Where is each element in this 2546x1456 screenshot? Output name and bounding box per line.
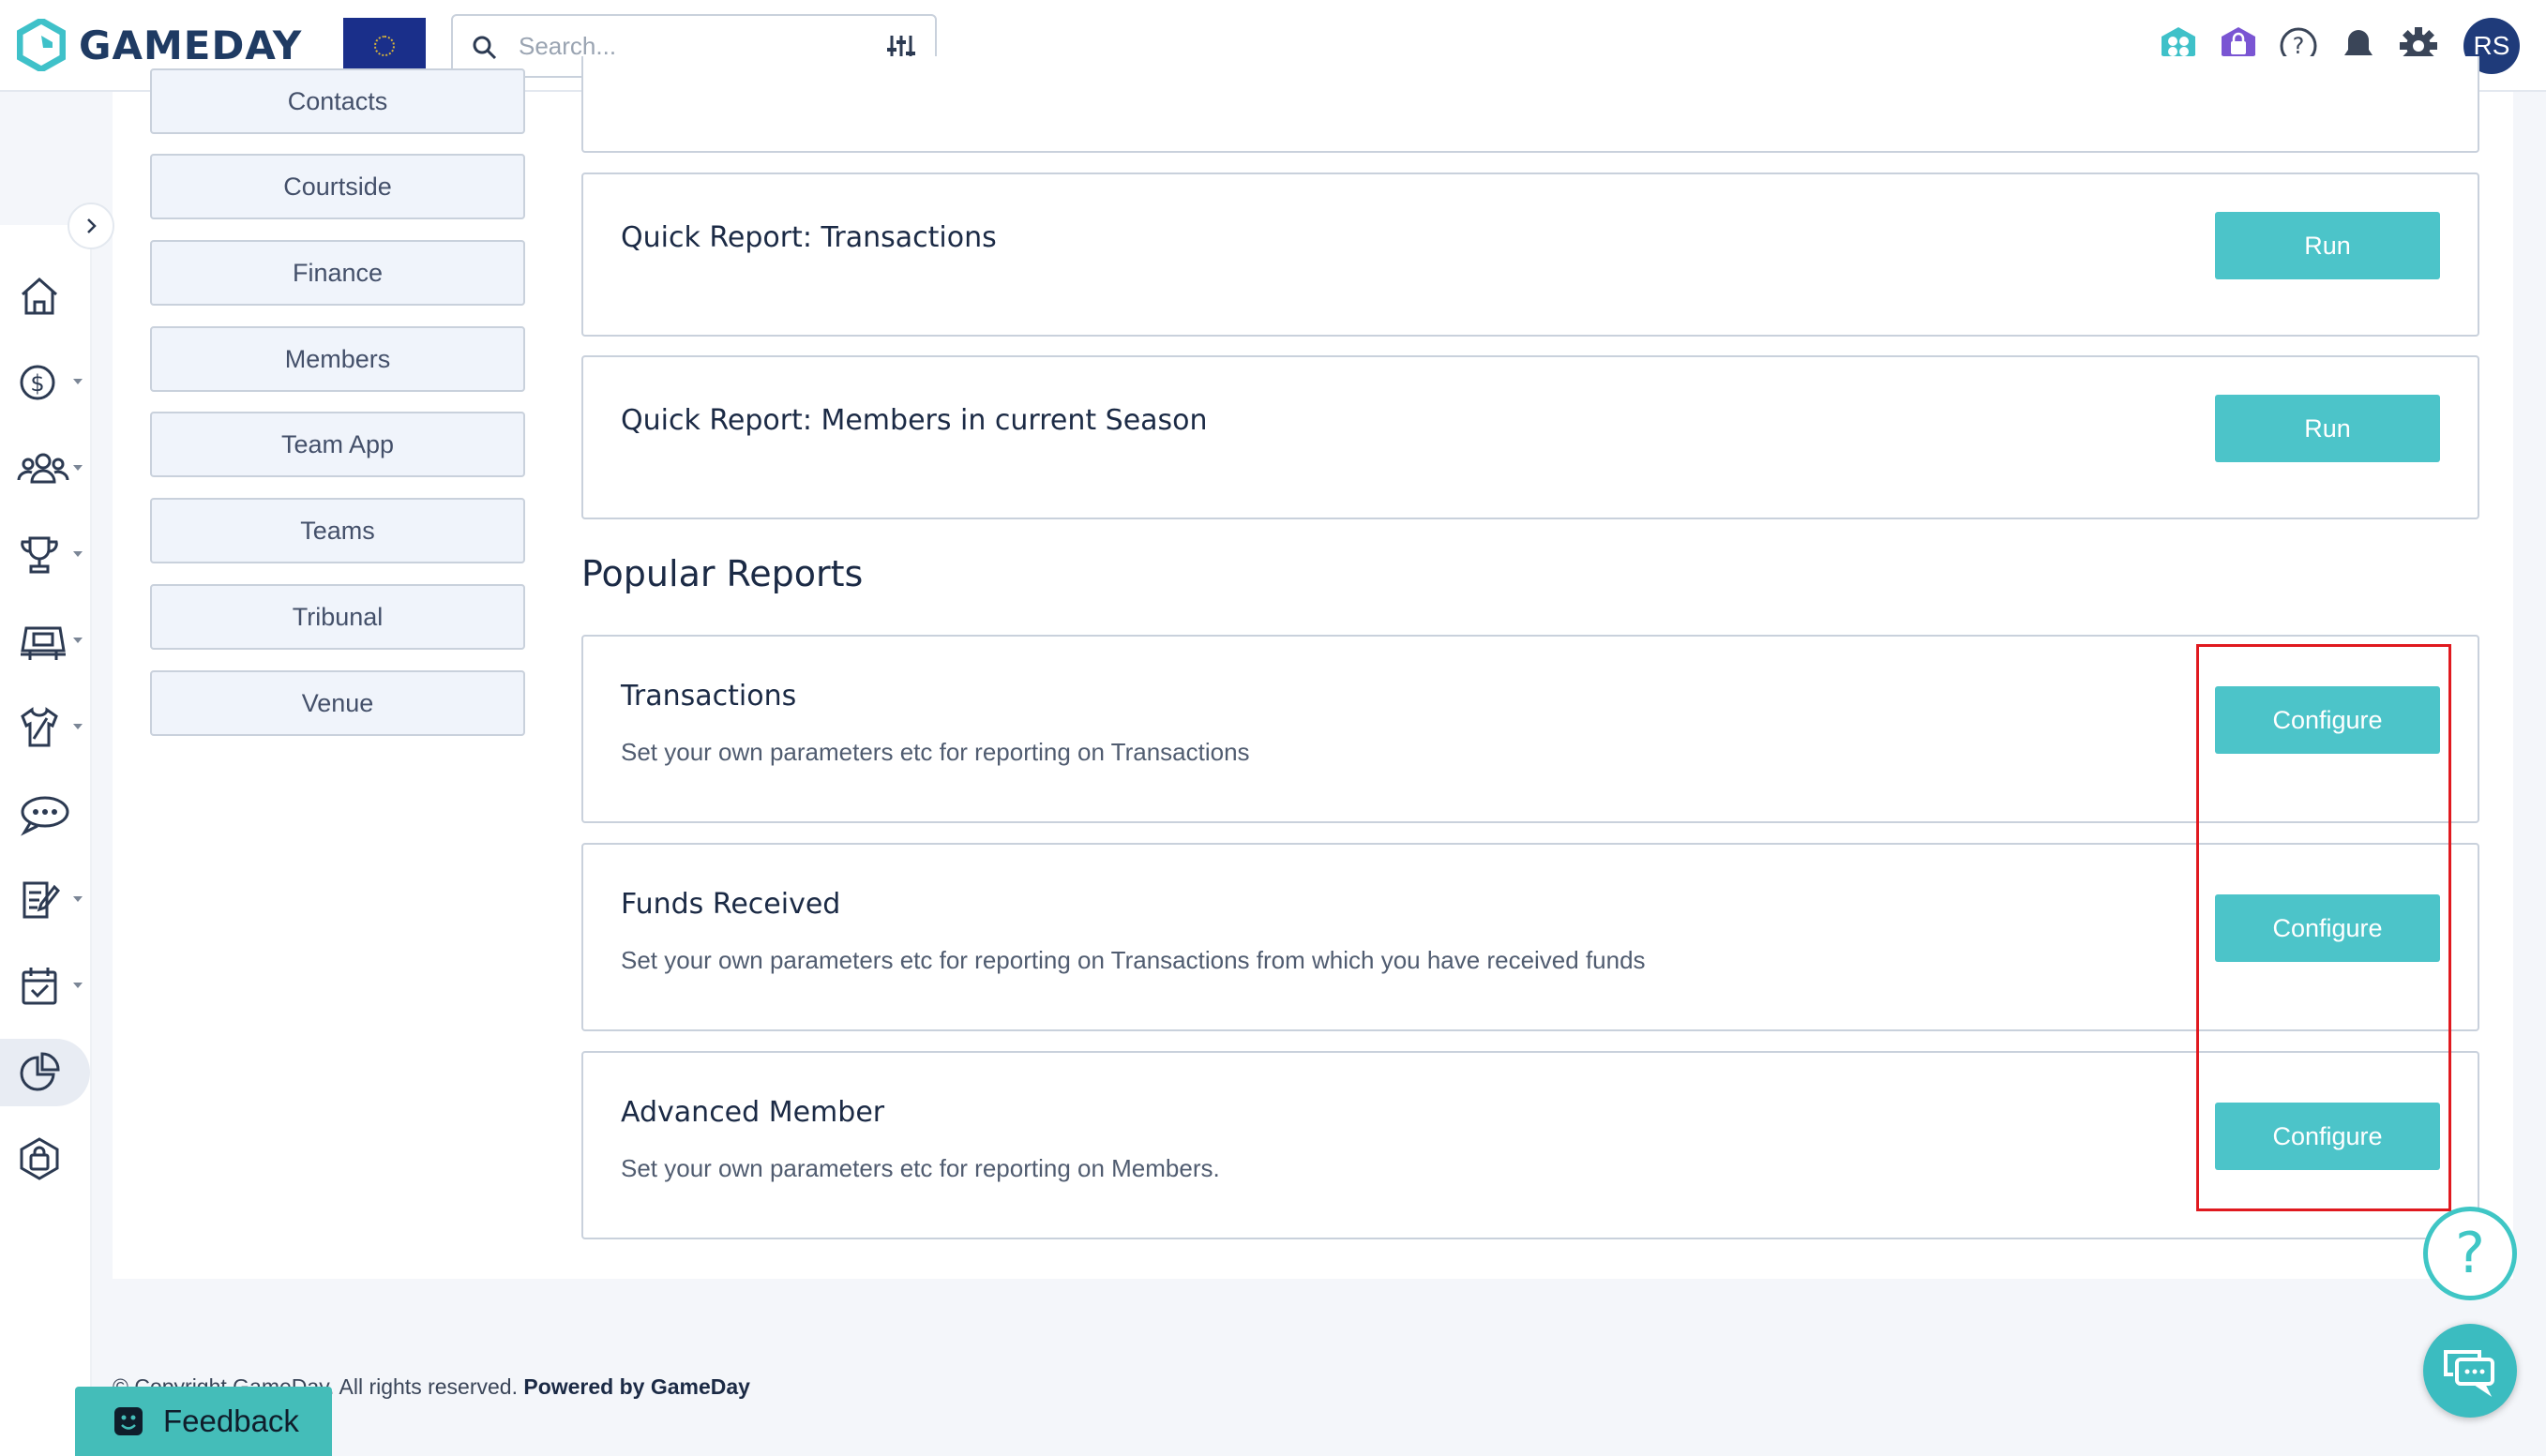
report-card-partial: [581, 56, 2479, 153]
chevron-right-icon: [87, 218, 97, 233]
category-tribunal[interactable]: Tribunal: [150, 584, 525, 650]
configure-button[interactable]: Configure: [2215, 686, 2440, 754]
nav-forms[interactable]: [0, 864, 92, 936]
shop-icon: [20, 1137, 59, 1180]
category-venue[interactable]: Venue: [150, 670, 525, 736]
reports-pie-icon: [20, 1052, 60, 1091]
report-description: Set your own parameters etc for reportin…: [621, 738, 1250, 766]
nav-teams[interactable]: [0, 692, 92, 763]
category-members[interactable]: Members: [150, 326, 525, 392]
smile-icon: [114, 1407, 143, 1435]
question-icon: ?: [2455, 1221, 2485, 1286]
report-title: Advanced Member: [621, 1096, 885, 1129]
organisation-logo[interactable]: [343, 18, 426, 74]
nav-finance[interactable]: $: [0, 347, 92, 418]
nav-reports[interactable]: [0, 1037, 92, 1108]
quick-report-card: Quick Report: Members in current Season …: [581, 355, 2479, 519]
dollar-icon: $: [20, 365, 55, 400]
nav-communications[interactable]: [0, 778, 92, 849]
report-title: Quick Report: Transactions: [621, 221, 997, 254]
report-description: Set your own parameters etc for reportin…: [621, 1154, 1220, 1182]
quick-report-card: Quick Report: Transactions Run: [581, 173, 2479, 337]
run-button[interactable]: Run: [2215, 395, 2440, 462]
gameday-logo-icon: [17, 19, 66, 71]
chat-fab-button[interactable]: [2423, 1324, 2517, 1418]
category-finance[interactable]: Finance: [150, 240, 525, 306]
gameday-logo[interactable]: GAMEDAY: [17, 17, 302, 73]
nav-shop[interactable]: [0, 1123, 92, 1194]
category-teams[interactable]: Teams: [150, 498, 525, 563]
popular-report-card: Transactions Set your own parameters etc…: [581, 635, 2479, 823]
category-team-app[interactable]: Team App: [150, 412, 525, 477]
report-title: Funds Received: [621, 888, 841, 921]
feedback-button[interactable]: Feedback: [75, 1387, 332, 1456]
popular-report-card: Funds Received Set your own parameters e…: [581, 843, 2479, 1031]
configure-button[interactable]: Configure: [2215, 1103, 2440, 1170]
category-courtside[interactable]: Courtside: [150, 154, 525, 219]
report-title: Quick Report: Members in current Season: [621, 404, 1208, 437]
svg-text:?: ?: [2293, 33, 2305, 59]
svg-text:$: $: [30, 370, 44, 397]
left-nav-rail: $: [0, 94, 92, 1456]
chat-bubbles-icon: [21, 796, 69, 836]
powered-by-text: Powered by GameDay: [523, 1374, 750, 1399]
popular-reports-heading: Popular Reports: [581, 553, 864, 594]
members-icon: [17, 453, 69, 484]
nav-calendar[interactable]: [0, 951, 92, 1022]
expand-sidebar-button[interactable]: [68, 203, 114, 249]
jersey-icon: [21, 707, 58, 747]
category-contacts[interactable]: Contacts: [150, 68, 525, 134]
logo-text: GAMEDAY: [79, 22, 303, 68]
home-icon: [22, 277, 57, 315]
nav-home[interactable]: [0, 261, 92, 332]
report-description: Set your own parameters etc for reportin…: [621, 946, 1646, 974]
report-title: Transactions: [621, 680, 797, 713]
nav-venues[interactable]: [0, 606, 92, 677]
calendar-icon: [22, 968, 57, 1005]
help-fab-button[interactable]: ?: [2423, 1207, 2517, 1300]
search-icon: [473, 36, 497, 60]
popular-report-card: Advanced Member Set your own parameters …: [581, 1051, 2479, 1239]
run-button[interactable]: Run: [2215, 212, 2440, 279]
configure-button[interactable]: Configure: [2215, 894, 2440, 962]
trophy-icon: [21, 536, 58, 574]
nav-members[interactable]: [0, 433, 92, 504]
venue-icon: [21, 626, 66, 660]
edit-form-icon: [23, 881, 60, 919]
nav-competitions[interactable]: [0, 519, 92, 591]
feedback-label: Feedback: [163, 1403, 299, 1438]
chat-icon: [2444, 1350, 2494, 1397]
